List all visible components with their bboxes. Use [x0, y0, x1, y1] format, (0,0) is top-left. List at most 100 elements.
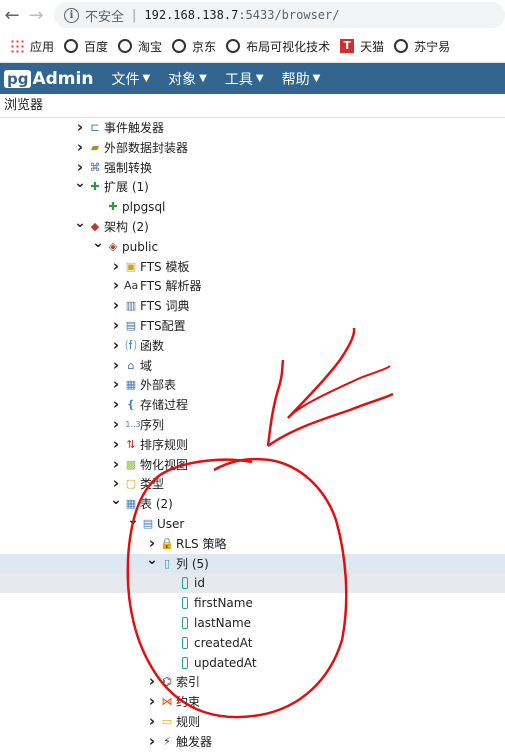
- chevron-right-icon[interactable]: ›: [74, 118, 86, 138]
- chevron-down-icon: ▼: [255, 73, 264, 84]
- tree-node[interactable]: ⌄ ✚ 扩展 (1): [0, 176, 505, 197]
- chevron-right-icon[interactable]: ›: [74, 138, 86, 158]
- tree-node[interactable]: › ▰ 外部数据封装器: [0, 138, 505, 158]
- tree-node[interactable]: lastName: [0, 613, 505, 633]
- foreign-table-icon: ▦: [125, 378, 137, 392]
- tree-node[interactable]: › 1..3 序列: [0, 415, 505, 435]
- address-bar[interactable]: i 不安全 | 192.168.138.7:5433/browser/: [54, 2, 505, 28]
- tree-node[interactable]: › ⚡ 触发器: [0, 732, 505, 752]
- tree-node-label: 扩展 (1): [104, 180, 149, 195]
- menu-label: 帮助: [281, 71, 310, 88]
- chevron-right-icon[interactable]: ›: [110, 415, 122, 435]
- browser-panel-title[interactable]: 浏览器: [0, 94, 505, 118]
- column-icon: [182, 597, 188, 610]
- tree-node[interactable]: ⌄ ◆ 架构 (2): [0, 216, 505, 237]
- forward-button[interactable]: →: [24, 3, 48, 27]
- chevron-right-icon[interactable]: ›: [110, 336, 122, 356]
- tree-node[interactable]: › ▤ FTS配置: [0, 316, 505, 336]
- bookmark-tmall[interactable]: T 天猫: [340, 38, 384, 55]
- tree-node[interactable]: ⌄ ▤ User: [0, 513, 505, 534]
- chevron-right-icon[interactable]: ›: [110, 316, 122, 336]
- bookmark-layout[interactable]: 布局可视化技术: [226, 38, 330, 55]
- info-icon[interactable]: i: [64, 7, 79, 23]
- tree-node-label: 规则: [176, 715, 201, 729]
- bookmark-suning[interactable]: 苏宁易: [394, 38, 450, 55]
- bookmark-baidu[interactable]: 百度: [64, 38, 108, 55]
- chevron-right-icon[interactable]: ›: [110, 276, 122, 296]
- url-text[interactable]: 192.168.138.7:5433/browser/: [144, 8, 339, 22]
- tree-node[interactable]: createdAt: [0, 633, 505, 653]
- tree-node[interactable]: › Aa FTS 解析器: [0, 276, 505, 296]
- tree-node-label: public: [122, 239, 159, 254]
- tree-node-label: 类型: [140, 477, 165, 492]
- tree-node-label: 触发器: [176, 734, 213, 749]
- tree-node-label: createdAt: [194, 635, 253, 650]
- menu-help[interactable]: 帮助 ▼: [282, 69, 321, 89]
- tree-node[interactable]: › ⊏ 事件触发器: [0, 118, 505, 138]
- bookmark-apps[interactable]: 应用: [10, 38, 54, 55]
- tree-node-label: 强制转换: [104, 160, 153, 175]
- tree-node[interactable]: › ⌂ 域: [0, 356, 505, 376]
- globe-icon: [172, 39, 187, 53]
- tree-node[interactable]: › ⋈ 约束: [0, 692, 505, 712]
- chevron-right-icon[interactable]: ›: [110, 257, 122, 277]
- chevron-right-icon[interactable]: ›: [146, 534, 158, 554]
- chevron-down-icon[interactable]: ⌄: [74, 176, 86, 197]
- tree-node-label: lastName: [194, 616, 252, 630]
- back-button[interactable]: ←: [0, 3, 24, 27]
- tree-node[interactable]: › ▣ FTS 模板: [0, 257, 505, 277]
- bookmark-label: 布局可视化技术: [246, 39, 331, 54]
- tree-node[interactable]: › 🔒 RLS 策略: [0, 534, 505, 554]
- chevron-right-icon[interactable]: ›: [146, 692, 158, 712]
- chevron-down-icon[interactable]: ⌄: [110, 493, 122, 514]
- tree-node[interactable]: firstName: [0, 593, 505, 613]
- tree-node-label: 存储过程: [140, 398, 189, 413]
- tree-node[interactable]: › ⇅ 排序规则: [0, 435, 505, 455]
- url-separator: |: [132, 7, 137, 23]
- menu-file[interactable]: 文件 ▼: [111, 69, 150, 89]
- tree-node-label: plpgsql: [122, 200, 166, 215]
- chevron-right-icon[interactable]: ›: [146, 712, 158, 732]
- tree-node[interactable]: › ▭ 规则: [0, 712, 505, 732]
- rls-policy-icon: 🔒: [160, 536, 174, 550]
- bookmark-jd[interactable]: 京东: [172, 38, 216, 55]
- tree-node-label: 排序规则: [140, 437, 189, 452]
- tree-node[interactable]: updatedAt: [0, 653, 505, 673]
- tree-node[interactable]: ⌄ ▯ 列 (5): [0, 553, 505, 574]
- cast-icon: ⌘: [89, 160, 101, 174]
- tree-node[interactable]: id: [0, 573, 505, 594]
- chevron-right-icon[interactable]: ›: [110, 455, 122, 475]
- chevron-right-icon[interactable]: ›: [146, 732, 158, 752]
- schema-icon: ◈: [108, 239, 118, 253]
- tree-node-label: id: [194, 576, 205, 591]
- chevron-right-icon[interactable]: ›: [146, 672, 158, 692]
- tree-node[interactable]: ⌄ ▦ 表 (2): [0, 493, 505, 514]
- tree-node-label: 表 (2): [140, 497, 173, 512]
- chevron-right-icon[interactable]: ›: [110, 435, 122, 455]
- tree-node[interactable]: › ⒡ 函数: [0, 336, 505, 356]
- tree-node[interactable]: ⌄ ◈ public: [0, 236, 505, 257]
- bookmark-label: 苏宁易: [414, 39, 451, 54]
- tree-node[interactable]: › ❴ 存储过程: [0, 395, 505, 415]
- tree-node-label: 架构 (2): [104, 220, 149, 234]
- tree-node[interactable]: › ▩ 物化视图: [0, 455, 505, 475]
- menu-tools[interactable]: 工具 ▼: [225, 69, 264, 89]
- chevron-down-icon[interactable]: ⌄: [74, 216, 86, 237]
- tree-node[interactable]: › ▥ FTS 词典: [0, 296, 505, 316]
- chevron-down-icon[interactable]: ⌄: [127, 513, 139, 534]
- chevron-down-icon[interactable]: ⌄: [146, 553, 158, 574]
- chevron-right-icon[interactable]: ›: [110, 375, 122, 395]
- logo-admin: Admin: [32, 68, 94, 89]
- fts-parser-icon: Aa: [124, 279, 139, 293]
- chevron-right-icon[interactable]: ›: [110, 296, 122, 316]
- chevron-down-icon[interactable]: ⌄: [92, 236, 104, 257]
- tree-node[interactable]: › ⌬ 索引: [0, 672, 505, 692]
- bookmark-taobao[interactable]: 淘宝: [118, 38, 162, 55]
- tree-node[interactable]: › ▢ 类型: [0, 474, 505, 494]
- domain-icon: ⌂: [127, 358, 135, 372]
- chevron-right-icon[interactable]: ›: [110, 395, 122, 415]
- chevron-right-icon[interactable]: ›: [110, 356, 122, 376]
- pgadmin-logo: pg Admin: [4, 69, 93, 89]
- menu-object[interactable]: 对象 ▼: [168, 69, 207, 89]
- tree-node[interactable]: › ▦ 外部表: [0, 375, 505, 395]
